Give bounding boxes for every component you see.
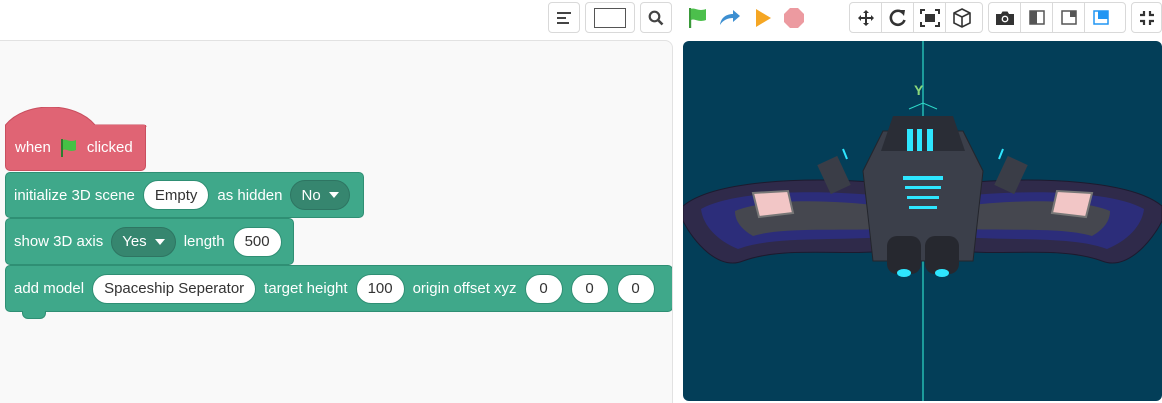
show-3d-axis-block[interactable]: show 3D axis Yes length 500 bbox=[5, 218, 294, 265]
layout-large-stage-icon bbox=[1093, 10, 1109, 25]
hat-block-cap bbox=[5, 107, 147, 127]
step-arrow-icon bbox=[720, 10, 740, 25]
fit-view-tool[interactable] bbox=[914, 3, 946, 32]
origin-offset-label: origin offset xyz bbox=[412, 280, 517, 297]
play-button[interactable] bbox=[750, 5, 776, 31]
search-button[interactable] bbox=[640, 2, 672, 33]
fullscreen-button[interactable] bbox=[1131, 2, 1162, 33]
step-button[interactable] bbox=[716, 5, 742, 31]
search-icon bbox=[648, 10, 664, 25]
add-model-block[interactable]: add model Spaceship Seperator target hei… bbox=[5, 265, 672, 312]
camera-tool-group bbox=[849, 2, 983, 33]
cube-tool[interactable] bbox=[946, 3, 978, 32]
hat-clicked-label: clicked bbox=[86, 139, 133, 156]
layout-small-stage-icon bbox=[1060, 10, 1077, 25]
offset-y-input[interactable]: 0 bbox=[570, 273, 609, 304]
code-workspace[interactable]: when clicked initialize 3D scene Empty a… bbox=[0, 40, 673, 403]
screenshot-button[interactable] bbox=[989, 3, 1021, 32]
rotate-tool[interactable] bbox=[882, 3, 914, 32]
layout-split-left-icon bbox=[1028, 10, 1045, 25]
length-input[interactable]: 500 bbox=[232, 226, 282, 257]
layout-small-stage-button[interactable] bbox=[1053, 3, 1085, 32]
block-bottom-notch bbox=[22, 311, 46, 319]
model-input[interactable]: Spaceship Seperator bbox=[92, 273, 257, 304]
move-icon bbox=[857, 9, 874, 26]
search-field[interactable] bbox=[585, 2, 635, 33]
green-flag-button[interactable] bbox=[685, 5, 711, 31]
caret-down-icon bbox=[328, 192, 339, 198]
axis-dropdown-value: Yes bbox=[122, 233, 147, 250]
green-flag-icon bbox=[689, 8, 706, 28]
length-label: length bbox=[183, 233, 225, 250]
layout-split-left-button[interactable] bbox=[1021, 3, 1053, 32]
green-flag-icon bbox=[60, 138, 76, 157]
fit-view-icon bbox=[919, 8, 940, 27]
as-hidden-label: as hidden bbox=[217, 186, 283, 204]
when-flag-clicked-block[interactable]: when clicked bbox=[5, 125, 146, 171]
caret-down-icon bbox=[154, 238, 165, 245]
offset-x-input[interactable]: 0 bbox=[524, 273, 563, 304]
fullscreen-icon bbox=[1139, 10, 1154, 25]
height-input[interactable]: 100 bbox=[355, 273, 405, 304]
offset-z-input[interactable]: 0 bbox=[616, 273, 655, 304]
initialize-3d-scene-block[interactable]: initialize 3D scene Empty as hidden No bbox=[5, 172, 364, 218]
axis-dropdown[interactable]: Yes bbox=[111, 226, 176, 257]
cube-icon bbox=[953, 7, 971, 28]
play-icon bbox=[756, 9, 771, 27]
scene-input[interactable]: Empty bbox=[142, 180, 210, 210]
hidden-dropdown-value: No bbox=[301, 186, 321, 204]
stop-icon bbox=[784, 8, 804, 28]
stage-3d-view[interactable]: Y bbox=[683, 41, 1162, 401]
show-axis-label: show 3D axis bbox=[14, 233, 104, 250]
y-axis-label: Y bbox=[914, 82, 924, 98]
camera-icon bbox=[995, 11, 1014, 25]
align-left-icon bbox=[557, 11, 571, 24]
layout-large-stage-button[interactable] bbox=[1085, 3, 1117, 32]
stop-button[interactable] bbox=[781, 5, 807, 31]
add-model-label: add model bbox=[14, 280, 85, 297]
align-button[interactable] bbox=[548, 2, 580, 33]
view-tool-group bbox=[988, 2, 1126, 33]
hat-when-label: when bbox=[15, 139, 51, 156]
target-height-label: target height bbox=[264, 280, 348, 297]
move-tool[interactable] bbox=[850, 3, 882, 32]
rotate-icon bbox=[889, 8, 906, 26]
search-box[interactable] bbox=[594, 7, 626, 28]
hidden-dropdown[interactable]: No bbox=[290, 180, 350, 210]
init-scene-label: initialize 3D scene bbox=[14, 186, 135, 204]
